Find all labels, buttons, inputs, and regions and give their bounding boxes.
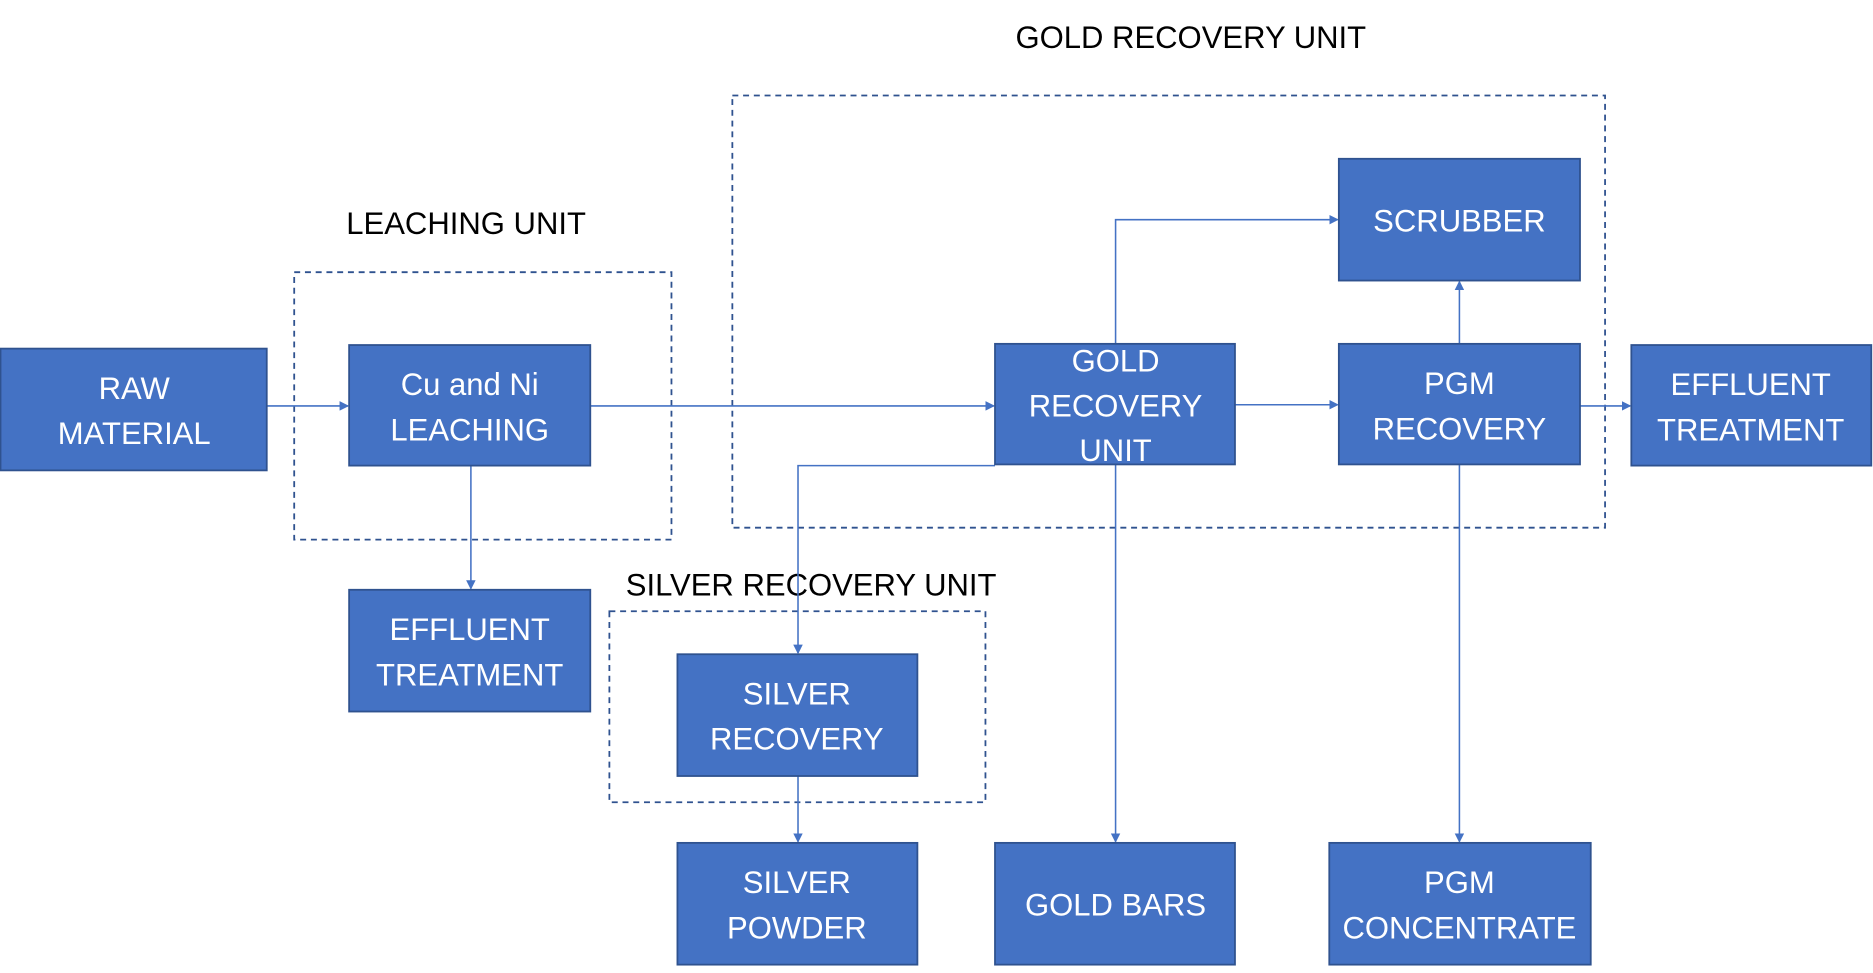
svg-text:PGM: PGM (1424, 366, 1495, 401)
gold-unit-label: GOLD RECOVERY UNIT (1015, 20, 1366, 55)
svg-text:TREATMENT: TREATMENT (1657, 413, 1844, 448)
silver-unit-label: SILVER RECOVERY UNIT (626, 568, 997, 603)
silver-recovery-box: SILVER RECOVERY (676, 653, 919, 777)
svg-text:RECOVERY: RECOVERY (1029, 389, 1203, 424)
pgm-recovery-box: PGM RECOVERY (1337, 342, 1581, 466)
svg-text:EFFLUENT: EFFLUENT (1671, 367, 1831, 402)
gold-recovery-box: GOLD RECOVERY UNIT (994, 342, 1236, 468)
scrubber-box: SCRUBBER (1337, 157, 1581, 282)
svg-text:RECOVERY: RECOVERY (710, 722, 884, 757)
svg-text:SILVER: SILVER (743, 676, 851, 711)
svg-text:CONCENTRATE: CONCENTRATE (1342, 910, 1576, 945)
effluent-treatment-box-2: EFFLUENT TREATMENT (1630, 344, 1873, 467)
arrows (266, 214, 1632, 843)
leaching-unit-label: LEACHING UNIT (346, 206, 586, 241)
effluent-treatment-box-1: EFFLUENT TREATMENT (348, 588, 592, 713)
pgm-concentrate-box: PGM CONCENTRATE (1328, 841, 1592, 966)
svg-text:GOLD: GOLD (1072, 343, 1160, 378)
svg-text:LEACHING: LEACHING (390, 413, 549, 448)
flow-diagram: LEACHING UNIT SILVER RECOVERY UNIT GOLD … (0, 20, 1873, 966)
raw-material-box: RAW MATERIAL (0, 347, 268, 472)
silver-powder-box: SILVER POWDER (676, 841, 919, 966)
svg-text:GOLD BARS: GOLD BARS (1025, 888, 1206, 923)
svg-text:SILVER: SILVER (743, 865, 851, 900)
arrow-gold-to-scrubber (1114, 214, 1339, 344)
leaching-box: Cu and Ni LEACHING (348, 344, 592, 467)
arrow-gold-to-silver (793, 464, 995, 655)
svg-text:Cu and Ni: Cu and Ni (401, 367, 539, 402)
svg-text:PGM: PGM (1424, 865, 1495, 900)
svg-text:POWDER: POWDER (727, 910, 867, 945)
gold-bars-box: GOLD BARS (994, 841, 1236, 966)
svg-text:TREATMENT: TREATMENT (376, 657, 563, 692)
svg-text:UNIT: UNIT (1079, 433, 1151, 468)
svg-text:RECOVERY: RECOVERY (1373, 411, 1547, 446)
svg-text:MATERIAL: MATERIAL (58, 416, 211, 451)
svg-text:EFFLUENT: EFFLUENT (390, 612, 550, 647)
svg-text:RAW: RAW (99, 371, 171, 406)
svg-text:SCRUBBER: SCRUBBER (1373, 204, 1545, 239)
